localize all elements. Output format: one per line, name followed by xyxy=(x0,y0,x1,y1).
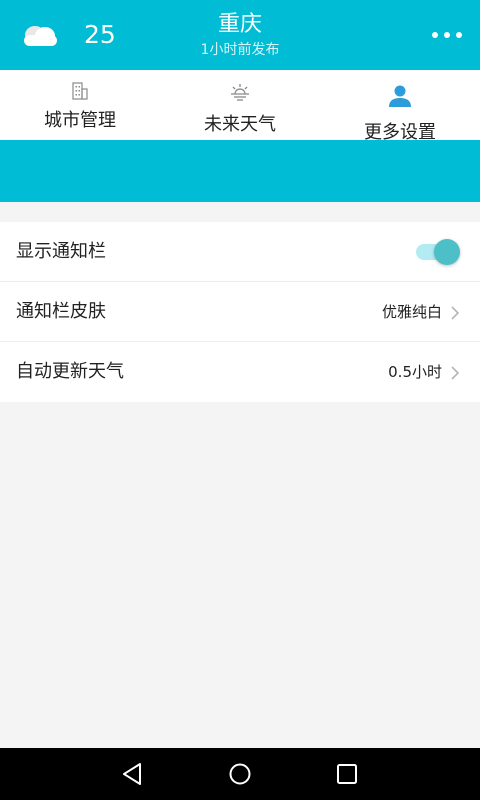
top-nav: 城市管理 未来天气 更多设置 xyxy=(0,70,480,143)
city-name: 重庆 xyxy=(217,12,262,37)
nav-label: 未来天气 xyxy=(204,114,276,135)
setting-value: 0.5小时 xyxy=(388,363,442,381)
nav-city-management[interactable]: 城市管理 xyxy=(0,70,160,140)
recents-icon[interactable] xyxy=(333,760,361,788)
setting-label: 自动更新天气 xyxy=(16,361,124,382)
settings-list: 显示通知栏 通知栏皮肤 优雅纯白 自动更新天气 0.5小时 xyxy=(0,222,480,402)
more-options-button[interactable] xyxy=(432,22,462,48)
nav-more-settings[interactable]: 更多设置 xyxy=(320,70,480,143)
person-icon xyxy=(389,85,411,107)
notification-bar-toggle[interactable] xyxy=(416,239,460,265)
more-horizontal-icon xyxy=(432,32,438,38)
sunrise-icon xyxy=(231,84,249,101)
chevron-right-icon xyxy=(451,366,460,380)
temperature: 25 xyxy=(84,20,116,49)
back-icon[interactable] xyxy=(118,760,146,788)
header-banner xyxy=(0,140,480,202)
toggle-knob xyxy=(434,239,460,265)
cloud-icon xyxy=(24,26,57,46)
chevron-right-icon xyxy=(451,306,460,320)
more-horizontal-icon xyxy=(456,32,462,38)
nav-future-weather[interactable]: 未来天气 xyxy=(160,70,320,140)
setting-label: 显示通知栏 xyxy=(16,241,106,262)
publish-time: 1小时前发布 xyxy=(200,42,280,58)
nav-label: 城市管理 xyxy=(44,110,116,131)
setting-auto-update[interactable]: 自动更新天气 0.5小时 xyxy=(0,342,480,402)
setting-notification-skin[interactable]: 通知栏皮肤 优雅纯白 xyxy=(0,282,480,342)
setting-value: 优雅纯白 xyxy=(381,303,442,321)
home-icon[interactable] xyxy=(226,760,254,788)
city-block[interactable]: 重庆 1小时前发布 xyxy=(140,10,340,60)
building-icon xyxy=(72,82,88,100)
setting-label: 通知栏皮肤 xyxy=(16,301,106,322)
app-header: 25 重庆 1小时前发布 xyxy=(0,0,480,70)
more-horizontal-icon xyxy=(444,32,450,38)
system-nav-bar xyxy=(0,748,480,800)
setting-show-notification-bar[interactable]: 显示通知栏 xyxy=(0,222,480,282)
